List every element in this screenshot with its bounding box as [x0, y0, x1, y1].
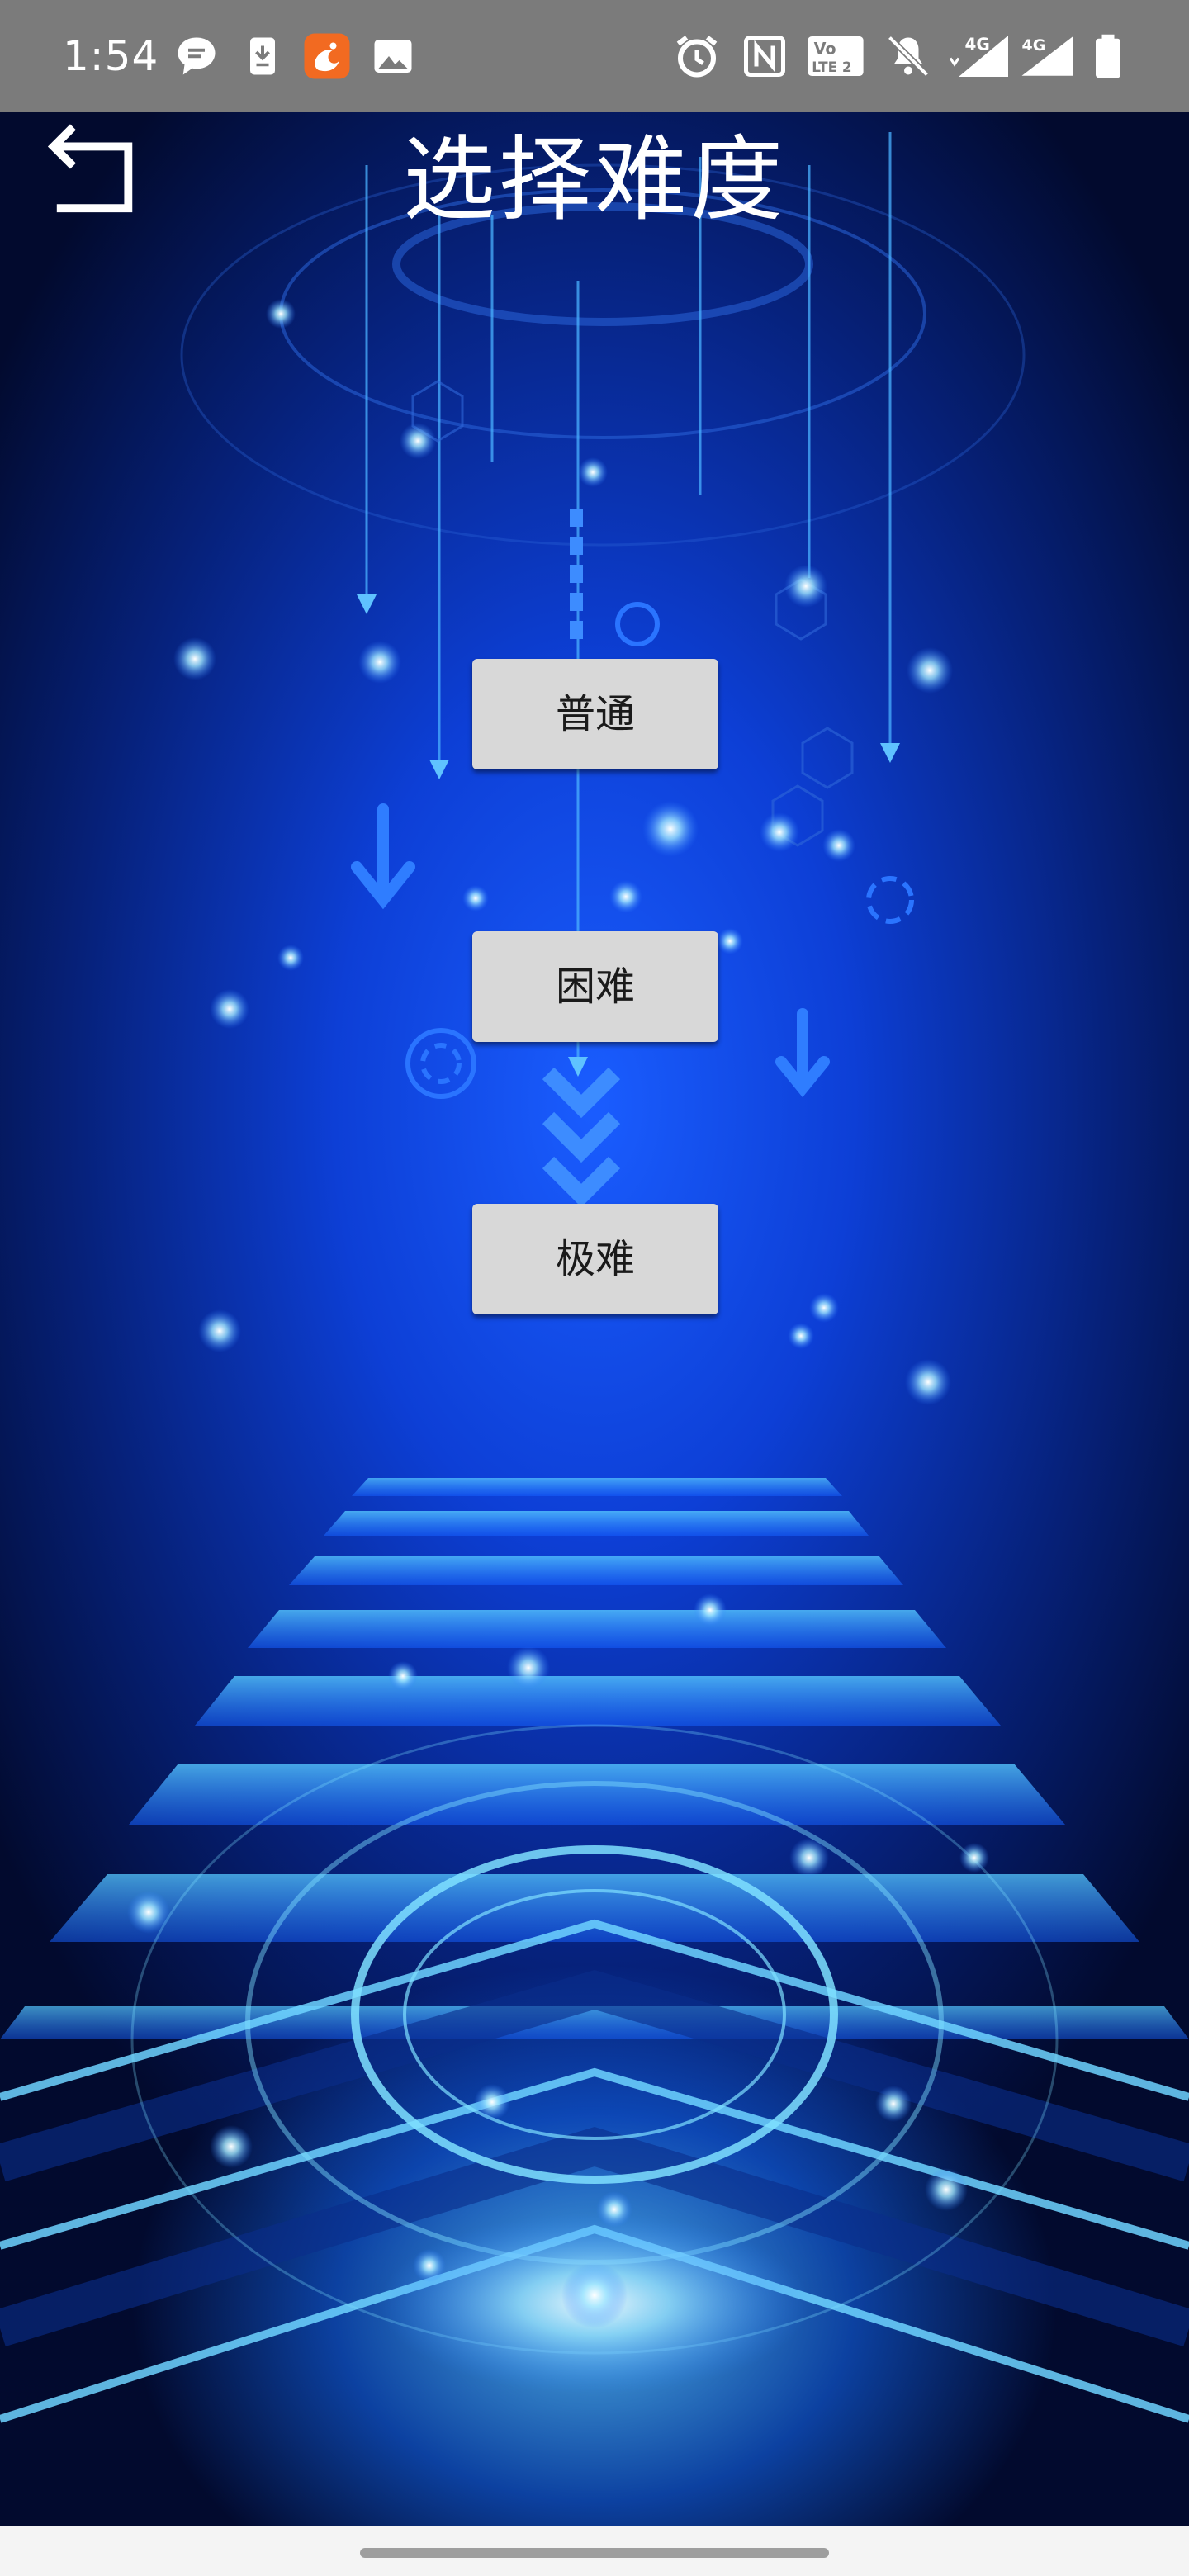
image-icon — [368, 31, 418, 81]
nfc-icon — [740, 31, 789, 81]
navigation-bar — [0, 2526, 1189, 2576]
volte-icon: Vo LTE 2 — [806, 31, 865, 81]
status-time: 1:54 — [63, 32, 159, 80]
signal-4g-icon: 4G — [1014, 31, 1077, 81]
difficulty-hard-button[interactable]: 困难 — [472, 931, 718, 1042]
tech-background-art — [0, 132, 1189, 2423]
status-bar: 1:54 Vo LTE 2 4G 4G — [0, 0, 1189, 112]
home-gesture-handle[interactable] — [360, 2548, 829, 2558]
page-title: 选择难度 — [403, 126, 786, 234]
battery-icon — [1083, 31, 1133, 81]
svg-text:4G: 4G — [1022, 36, 1046, 54]
alarm-icon — [672, 31, 722, 81]
download-icon — [238, 31, 287, 81]
svg-text:Vo: Vo — [814, 40, 836, 59]
difficulty-extreme-button[interactable]: 极难 — [472, 1204, 718, 1314]
tech-background: 选择难度 普通 困难 极难 — [0, 112, 1189, 2526]
signal-4g-icon: 4G — [946, 31, 1012, 81]
mute-icon — [883, 31, 933, 81]
chat-bubble-icon — [172, 31, 221, 81]
svg-text:4G: 4G — [965, 35, 990, 54]
svg-text:LTE 2: LTE 2 — [812, 59, 851, 75]
uc-browser-icon — [302, 31, 352, 81]
difficulty-normal-button[interactable]: 普通 — [472, 659, 718, 769]
